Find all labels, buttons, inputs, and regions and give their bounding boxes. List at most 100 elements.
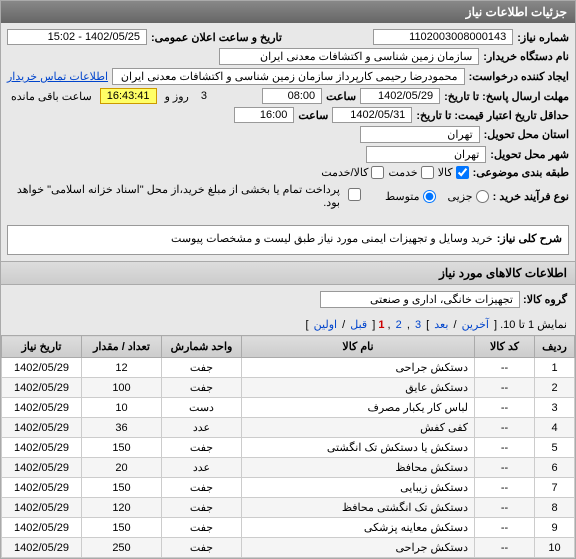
- creator-label: ایجاد کننده درخواست:: [469, 70, 569, 83]
- desc-text: خرید وسایل و تجهیزات ایمنی مورد نیاز طبق…: [171, 232, 493, 245]
- table-row: 7--دستکش زیباییجفت1501402/05/29: [2, 478, 575, 498]
- th-code: کد کالا: [475, 336, 535, 358]
- th-unit: واحد شمارش: [162, 336, 242, 358]
- cell-name: دستکش تک انگشتی محافظ: [242, 498, 475, 518]
- cell-qty: 250: [82, 538, 162, 558]
- pager-first[interactable]: اولین: [314, 319, 337, 331]
- delivery-city: تهران: [366, 146, 486, 163]
- process-medium[interactable]: متوسط: [385, 190, 436, 203]
- cell-code: --: [475, 378, 535, 398]
- cell-date: 1402/05/29: [2, 518, 82, 538]
- process-label: نوع فرآیند خرید :: [493, 190, 569, 203]
- cell-row: 8: [535, 498, 575, 518]
- table-row: 4--کفی کفشعدد361402/05/29: [2, 418, 575, 438]
- group-label: گروه کالا:: [523, 294, 567, 306]
- cell-name: دستکش عایق: [242, 378, 475, 398]
- cell-name: دستکش معاینه پزشکی: [242, 518, 475, 538]
- cell-code: --: [475, 498, 535, 518]
- remaining-label: ساعت باقی مانده: [7, 89, 96, 104]
- deadline-date: 1402/05/29: [360, 88, 440, 104]
- cell-unit: جفت: [162, 518, 242, 538]
- cell-unit: جفت: [162, 358, 242, 378]
- cell-unit: جفت: [162, 378, 242, 398]
- table-row: 6--دستکش محافظعدد201402/05/29: [2, 458, 575, 478]
- cell-name: دستکش جراحی: [242, 538, 475, 558]
- cell-qty: 150: [82, 518, 162, 538]
- cell-unit: عدد: [162, 458, 242, 478]
- cell-date: 1402/05/29: [2, 398, 82, 418]
- process-small[interactable]: جزیی: [448, 190, 489, 203]
- cell-qty: 12: [82, 358, 162, 378]
- need-no-label: شماره نیاز:: [517, 31, 569, 44]
- pager-page-3[interactable]: 3: [415, 319, 421, 331]
- need-no-value: 1102003008000143: [373, 29, 513, 45]
- cell-date: 1402/05/29: [2, 478, 82, 498]
- cell-qty: 10: [82, 398, 162, 418]
- pager-page-2[interactable]: 2: [396, 319, 402, 331]
- cell-unit: جفت: [162, 538, 242, 558]
- cell-unit: جفت: [162, 498, 242, 518]
- cell-code: --: [475, 518, 535, 538]
- days-count: 3: [197, 89, 211, 103]
- table-row: 5--دستکش یا دستکش تک انگشتیجفت1501402/05…: [2, 438, 575, 458]
- form-area: شماره نیاز: 1102003008000143 تاریخ و ساع…: [1, 23, 575, 219]
- cell-unit: جفت: [162, 478, 242, 498]
- cell-date: 1402/05/29: [2, 538, 82, 558]
- process-medium-radio[interactable]: [423, 190, 436, 203]
- cell-row: 7: [535, 478, 575, 498]
- payment-note: پرداخت تمام یا بخشی از مبلغ خرید،از محل …: [7, 182, 344, 210]
- description-box: شرح کلی نیاز: خرید وسایل و تجهیزات ایمنی…: [7, 225, 569, 255]
- class-goods[interactable]: کالا: [438, 166, 469, 179]
- cell-unit: جفت: [162, 438, 242, 458]
- main-panel: جزئیات اطلاعات نیاز شماره نیاز: 11020030…: [0, 0, 576, 559]
- class-label: طبقه بندی موضوعی:: [473, 166, 569, 179]
- pager-next[interactable]: بعد: [434, 319, 448, 331]
- cell-code: --: [475, 478, 535, 498]
- pager: نمایش 1 تا 10. [ آخرین / بعد ] 3 , 2 , 1…: [1, 314, 575, 335]
- table-row: 8--دستکش تک انگشتی محافظجفت1201402/05/29: [2, 498, 575, 518]
- cell-row: 2: [535, 378, 575, 398]
- buyer-label: نام دستگاه خریدار:: [483, 50, 569, 63]
- delivery-province-label: استان محل تحویل:: [484, 128, 569, 141]
- pager-prev[interactable]: قبل: [350, 319, 367, 331]
- cell-qty: 100: [82, 378, 162, 398]
- cell-qty: 120: [82, 498, 162, 518]
- process-small-radio[interactable]: [476, 190, 489, 203]
- table-row: 3--لباس کار یکبار مصرفدست101402/05/29: [2, 398, 575, 418]
- cell-name: لباس کار یکبار مصرف: [242, 398, 475, 418]
- class-both[interactable]: کالا/خدمت: [321, 166, 384, 179]
- cell-date: 1402/05/29: [2, 358, 82, 378]
- pager-last[interactable]: آخرین: [462, 319, 489, 331]
- pager-prefix: نمایش 1 تا 10.: [500, 319, 567, 331]
- cell-date: 1402/05/29: [2, 378, 82, 398]
- time-label-1: ساعت: [326, 90, 356, 103]
- cell-code: --: [475, 358, 535, 378]
- time-label-2: ساعت: [298, 109, 328, 122]
- cell-date: 1402/05/29: [2, 418, 82, 438]
- contact-link[interactable]: اطلاعات تماس خریدار: [7, 70, 108, 83]
- class-service-label: خدمت: [388, 166, 417, 179]
- cell-unit: دست: [162, 398, 242, 418]
- cell-unit: عدد: [162, 418, 242, 438]
- table-row: 10--دستکش جراحیجفت2501402/05/29: [2, 538, 575, 558]
- class-both-checkbox[interactable]: [371, 166, 384, 179]
- table-row: 9--دستکش معاینه پزشکیجفت1501402/05/29: [2, 518, 575, 538]
- class-goods-label: کالا: [438, 166, 453, 179]
- cell-code: --: [475, 438, 535, 458]
- cell-code: --: [475, 398, 535, 418]
- cell-code: --: [475, 458, 535, 478]
- group-row: گروه کالا: تجهیزات خانگی، اداری و صنعتی: [1, 285, 575, 314]
- validity-date: 1402/05/31: [332, 107, 412, 123]
- class-service-checkbox[interactable]: [421, 166, 434, 179]
- cell-name: کفی کفش: [242, 418, 475, 438]
- th-qty: تعداد / مقدار: [82, 336, 162, 358]
- buyer-value: سازمان زمین شناسی و اکتشافات معدنی ایران: [219, 48, 479, 65]
- payment-checkbox[interactable]: [348, 188, 361, 201]
- class-goods-checkbox[interactable]: [456, 166, 469, 179]
- th-row: ردیف: [535, 336, 575, 358]
- remaining-time: 16:43:41: [100, 88, 157, 104]
- cell-name: دستکش یا دستکش تک انگشتی: [242, 438, 475, 458]
- class-service[interactable]: خدمت: [388, 166, 433, 179]
- validity-time: 16:00: [234, 107, 294, 123]
- cell-row: 4: [535, 418, 575, 438]
